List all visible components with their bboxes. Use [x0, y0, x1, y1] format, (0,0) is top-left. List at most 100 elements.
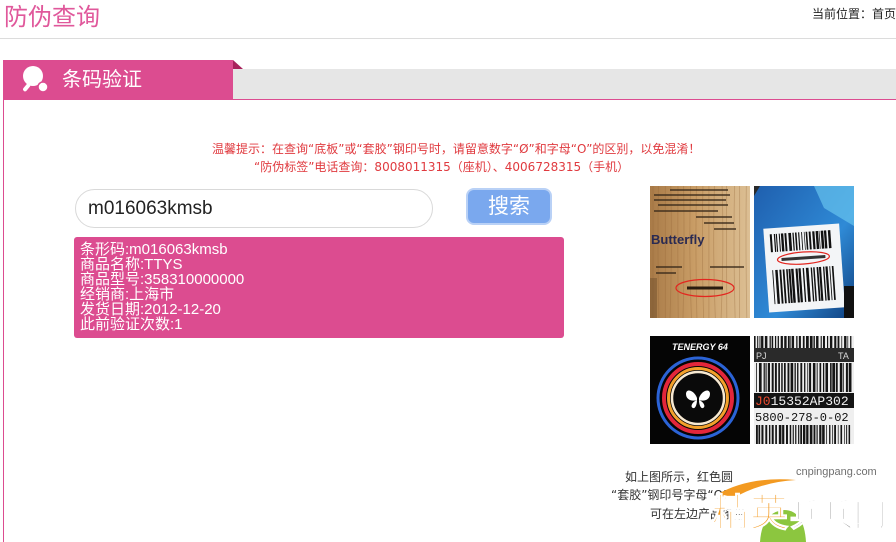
- tab-label: 条码验证: [62, 67, 142, 91]
- box-shadow: [844, 286, 854, 318]
- barcode-bar: [816, 336, 819, 348]
- barcode-bar: [798, 425, 800, 444]
- barcode-bar: [829, 336, 833, 348]
- barcode-bar: [758, 425, 761, 444]
- barcode: [756, 425, 851, 444]
- content-top-border: [3, 99, 896, 100]
- barcode-bar: [850, 336, 852, 348]
- search-input[interactable]: [75, 189, 433, 228]
- tab-bar-background: [233, 69, 896, 99]
- barcode-bar: [800, 425, 803, 444]
- fine-print-line: [670, 189, 728, 191]
- watermark-brand-a: 精英: [712, 491, 789, 535]
- barcode-bar: [765, 425, 768, 444]
- barcode-bar: [846, 425, 848, 444]
- barcode-bar: [839, 363, 843, 392]
- barcode-bar: [786, 425, 788, 444]
- watermark-brand-b: 乒乓网: [790, 496, 886, 534]
- barcode-bar: [782, 425, 785, 444]
- label-serial-prefix: J0: [755, 394, 771, 409]
- barcode-bar: [834, 425, 836, 444]
- barcode-bar: [787, 336, 790, 348]
- site-watermark-logo: cnpingpang.com 精英 乒乓网: [712, 466, 887, 542]
- barcode-bar: [791, 336, 795, 348]
- barcode-bar: [761, 425, 764, 444]
- result-product-name: 商品名称:TTYS: [80, 256, 183, 273]
- barcode-bar: [754, 336, 756, 348]
- label-serial-code: J015352AP302: [755, 394, 849, 409]
- barcode-bar: [827, 336, 829, 348]
- label-part-number: 5800-278-0-02: [755, 411, 849, 425]
- blade-brand-logo: Butterfly: [651, 232, 705, 247]
- ping-pong-paddle-icon: [23, 66, 49, 93]
- barcode-bar: [759, 336, 761, 348]
- search-button[interactable]: 搜索: [466, 188, 552, 225]
- result-product-model: 商品型号:358310000000: [80, 271, 245, 288]
- tab-barcode-verify[interactable]: 条码验证: [3, 60, 233, 99]
- barcode-bar: [812, 363, 816, 392]
- barcode-bar: [806, 425, 809, 444]
- fine-print-line: [656, 266, 682, 268]
- barcode-bar: [809, 363, 812, 392]
- barcode-bar: [802, 425, 806, 444]
- ball: [37, 81, 49, 93]
- watermark-site: cnpingpang.com: [796, 466, 877, 478]
- barcode-bar: [771, 336, 774, 348]
- barcode-bar: [790, 336, 792, 348]
- barcode-bar: [813, 425, 816, 444]
- barcode-bar: [807, 363, 809, 392]
- barcode-bar: [756, 425, 758, 444]
- barcode-bar: [765, 363, 767, 392]
- result-verify-count: 此前验证次数:1: [80, 316, 183, 333]
- barcode-bar: [813, 336, 815, 348]
- barcode-bar: [842, 363, 844, 392]
- notice-line-1: 温馨提示：在查询“底板”或“套胶”钢印号时，请留意数字“Ø”和字母“O”的区别，…: [212, 142, 701, 156]
- header-divider: [0, 38, 896, 39]
- barcode-bar: [806, 336, 809, 348]
- barcode-bar: [809, 425, 813, 444]
- barcode-bar: [802, 336, 805, 348]
- barcode-bar: [837, 425, 839, 444]
- barcode-bar: [756, 363, 757, 392]
- fine-print-line: [654, 194, 730, 196]
- barcode-bar: [758, 363, 762, 392]
- barcode-bar: [795, 425, 797, 444]
- barcode-bar: [841, 336, 843, 348]
- barcode-bar: [774, 363, 777, 392]
- result-dealer: 经销商:上海市: [80, 286, 175, 303]
- blade-handle-shade: [650, 278, 657, 318]
- barcode-bar: [789, 425, 792, 444]
- fine-print-line: [714, 228, 736, 230]
- barcode-bar: [822, 425, 825, 444]
- barcode-bar: [800, 363, 803, 392]
- barcode-bar: [781, 363, 783, 392]
- barcode-bar: [792, 425, 794, 444]
- barcode-bar: [830, 363, 832, 392]
- fine-print-line: [710, 266, 744, 268]
- barcode-bar: [757, 336, 759, 348]
- barcode-bar: [764, 336, 768, 348]
- breadcrumb-home-link[interactable]: 首页: [872, 7, 896, 21]
- fine-print-line: [654, 199, 726, 201]
- barcode-bar: [783, 363, 786, 392]
- barcode-bar: [784, 336, 787, 348]
- breadcrumb: 当前位置：首页: [812, 6, 896, 22]
- page-title: 防伪查询: [4, 3, 100, 31]
- barcode-bar: [848, 425, 851, 444]
- notice-line-2: “防伪标签”电话查询：8008011315（座机）、4006728315（手机）: [254, 160, 630, 174]
- blade-serial-number: [687, 286, 723, 290]
- verification-result-panel: 条形码:m016063kmsb 商品名称:TTYS 商品型号:358310000…: [74, 237, 564, 338]
- barcode-bar: [847, 336, 849, 348]
- barcode-bar: [829, 425, 831, 444]
- barcode-bar: [794, 363, 796, 392]
- barcode-bar: [820, 336, 822, 348]
- barcode-bar: [844, 425, 845, 444]
- barcode-bar: [822, 363, 825, 392]
- barcode-bar: [798, 336, 801, 348]
- barcode-bar: [834, 336, 837, 348]
- barcode-bar: [797, 363, 799, 392]
- barcode-bar: [778, 363, 780, 392]
- label-top-left-text: PJ: [756, 351, 767, 361]
- barcode-bar: [832, 363, 836, 392]
- barcode-bar: [768, 425, 771, 444]
